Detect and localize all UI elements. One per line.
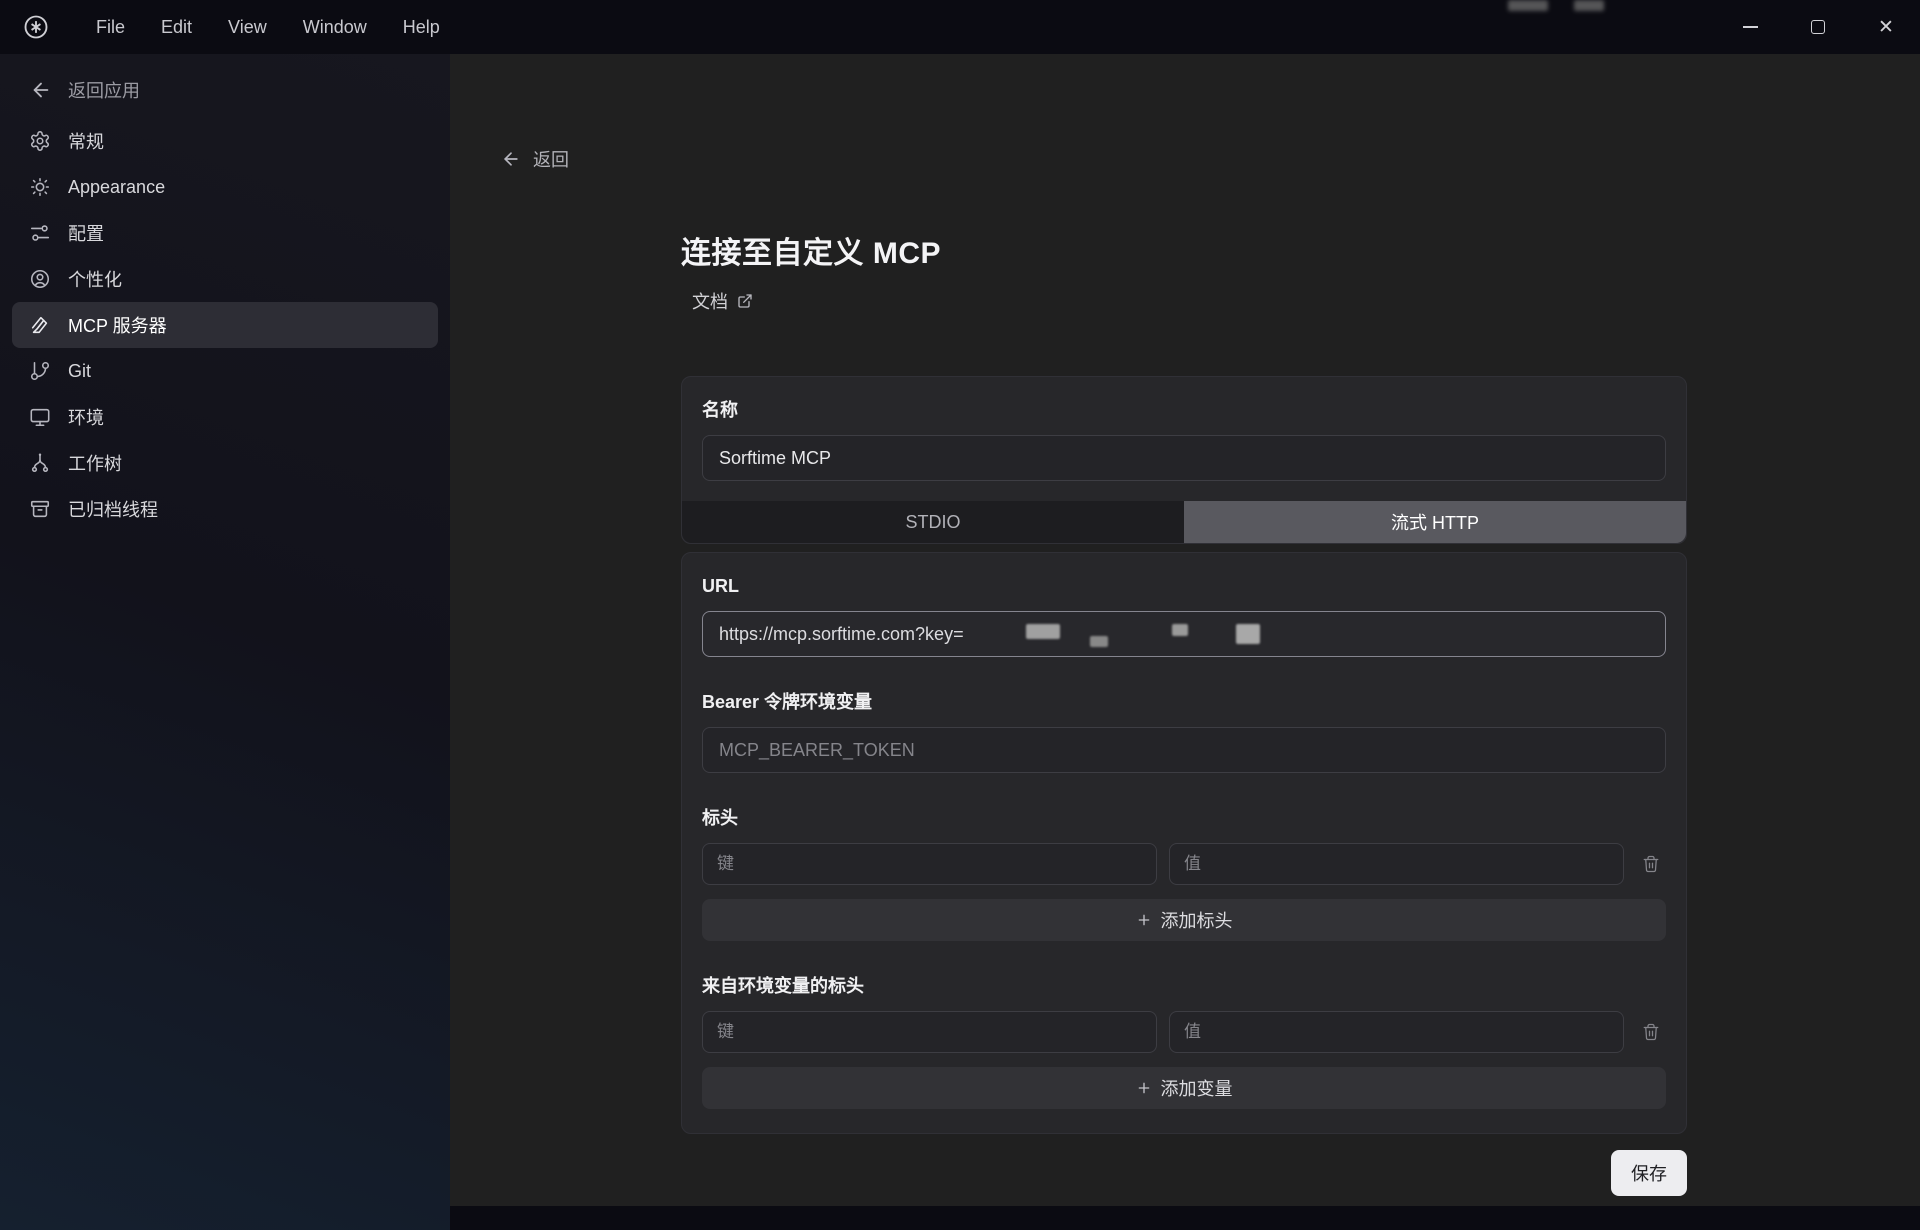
sidebar-item-environment[interactable]: 环境 xyxy=(12,394,438,440)
close-icon: ✕ xyxy=(1878,18,1894,37)
redacted-blur xyxy=(1236,624,1260,644)
sidebar-item-label: 工作树 xyxy=(68,450,122,476)
external-link-icon xyxy=(737,293,753,309)
menu-help[interactable]: Help xyxy=(385,9,458,46)
sidebar-item-appearance[interactable]: Appearance xyxy=(12,164,438,210)
sliders-icon xyxy=(29,222,51,244)
sidebar: 返回应用 常规 Appearance 配置 个性化 MCP 服务器 xyxy=(0,54,450,1230)
sidebar-item-worktrees[interactable]: 工作树 xyxy=(12,440,438,486)
menu-bar: File Edit View Window Help xyxy=(78,9,458,46)
env-header-row xyxy=(702,1011,1666,1053)
env-header-key-input[interactable] xyxy=(702,1011,1157,1053)
sidebar-item-personalization[interactable]: 个性化 xyxy=(12,256,438,302)
maximize-button[interactable] xyxy=(1784,0,1852,54)
titlebar: File Edit View Window Help ✕ xyxy=(0,0,1920,54)
connection-card: URL https://mcp.sorftime.com?key= Bearer… xyxy=(681,552,1687,1134)
git-branch-icon xyxy=(29,360,51,382)
main-content: 返回 连接至自定义 MCP 文档 名称 STDIO 流式 HTTP URL ht… xyxy=(450,54,1920,1206)
user-circle-icon xyxy=(29,268,51,290)
back-to-app-link[interactable]: 返回应用 xyxy=(30,78,450,102)
page-title: 连接至自定义 MCP xyxy=(681,228,1920,272)
sidebar-item-label: MCP 服务器 xyxy=(68,312,167,338)
monitor-icon xyxy=(29,406,51,428)
header-row xyxy=(702,843,1666,885)
sidebar-item-label: 个性化 xyxy=(68,266,122,292)
arrow-left-icon xyxy=(30,79,52,101)
delete-header-button[interactable] xyxy=(1636,849,1666,879)
sidebar-item-label: Git xyxy=(68,361,91,382)
app-logo-icon xyxy=(22,13,50,41)
maximize-icon xyxy=(1811,20,1825,34)
plus-icon xyxy=(1136,1080,1152,1096)
add-header-button[interactable]: 添加标头 xyxy=(702,899,1666,941)
redacted-blur xyxy=(1026,624,1060,639)
menu-view[interactable]: View xyxy=(210,9,285,46)
headers-label: 标头 xyxy=(702,807,1666,829)
menu-window[interactable]: Window xyxy=(285,9,385,46)
sidebar-item-archived-threads[interactable]: 已归档线程 xyxy=(12,486,438,532)
mcp-icon xyxy=(29,314,51,336)
sidebar-item-config[interactable]: 配置 xyxy=(12,210,438,256)
url-label: URL xyxy=(702,575,1666,597)
redacted-blur xyxy=(1508,0,1548,11)
sidebar-item-general[interactable]: 常规 xyxy=(12,118,438,164)
env-header-value-input[interactable] xyxy=(1169,1011,1624,1053)
sidebar-item-label: Appearance xyxy=(68,177,165,198)
sidebar-item-label: 环境 xyxy=(68,404,104,430)
back-to-app-label: 返回应用 xyxy=(68,77,140,103)
save-row: 保存 xyxy=(681,1150,1687,1196)
sidebar-item-label: 配置 xyxy=(68,220,104,246)
back-link[interactable]: 返回 xyxy=(501,146,569,172)
close-button[interactable]: ✕ xyxy=(1852,0,1920,54)
add-variable-label: 添加变量 xyxy=(1161,1075,1233,1101)
sidebar-item-mcp-servers[interactable]: MCP 服务器 xyxy=(12,302,438,348)
window-controls: ✕ xyxy=(1716,0,1920,54)
sidebar-item-label: 已归档线程 xyxy=(68,496,158,522)
url-input[interactable]: https://mcp.sorftime.com?key= xyxy=(702,611,1666,657)
tab-streaming-http[interactable]: 流式 HTTP xyxy=(1184,501,1686,543)
menu-edit[interactable]: Edit xyxy=(143,9,210,46)
tab-stdio[interactable]: STDIO xyxy=(682,501,1184,543)
header-value-input[interactable] xyxy=(1169,843,1624,885)
bearer-token-input[interactable] xyxy=(702,727,1666,773)
sidebar-item-label: 常规 xyxy=(68,128,104,154)
name-card: 名称 STDIO 流式 HTTP xyxy=(681,376,1687,544)
sidebar-item-git[interactable]: Git xyxy=(12,348,438,394)
minimize-button[interactable] xyxy=(1716,0,1784,54)
plus-icon xyxy=(1136,912,1152,928)
archive-icon xyxy=(29,498,51,520)
back-link-label: 返回 xyxy=(533,146,569,172)
add-header-label: 添加标头 xyxy=(1161,907,1233,933)
redacted-blur xyxy=(1090,636,1108,647)
bearer-label: Bearer 令牌环境变量 xyxy=(702,691,1666,713)
redacted-blur xyxy=(1574,0,1604,11)
arrow-left-icon xyxy=(501,149,521,169)
transport-tabs: STDIO 流式 HTTP xyxy=(682,501,1686,543)
sun-icon xyxy=(29,176,51,198)
url-value: https://mcp.sorftime.com?key= xyxy=(719,624,964,645)
trash-icon xyxy=(1642,1023,1660,1041)
name-input[interactable] xyxy=(702,435,1666,481)
gear-icon xyxy=(29,130,51,152)
save-button[interactable]: 保存 xyxy=(1611,1150,1687,1196)
redacted-blur xyxy=(1172,624,1188,636)
mcp-form: 名称 STDIO 流式 HTTP URL https://mcp.sorftim… xyxy=(681,376,1687,1196)
delete-env-header-button[interactable] xyxy=(1636,1017,1666,1047)
env-headers-label: 来自环境变量的标头 xyxy=(702,975,1666,997)
add-variable-button[interactable]: 添加变量 xyxy=(702,1067,1666,1109)
menu-file[interactable]: File xyxy=(78,9,143,46)
header-key-input[interactable] xyxy=(702,843,1157,885)
worktree-icon xyxy=(29,452,51,474)
docs-link[interactable]: 文档 xyxy=(692,288,753,314)
name-label: 名称 xyxy=(702,399,1666,421)
minimize-icon xyxy=(1743,26,1758,28)
docs-link-label: 文档 xyxy=(692,288,728,314)
trash-icon xyxy=(1642,855,1660,873)
